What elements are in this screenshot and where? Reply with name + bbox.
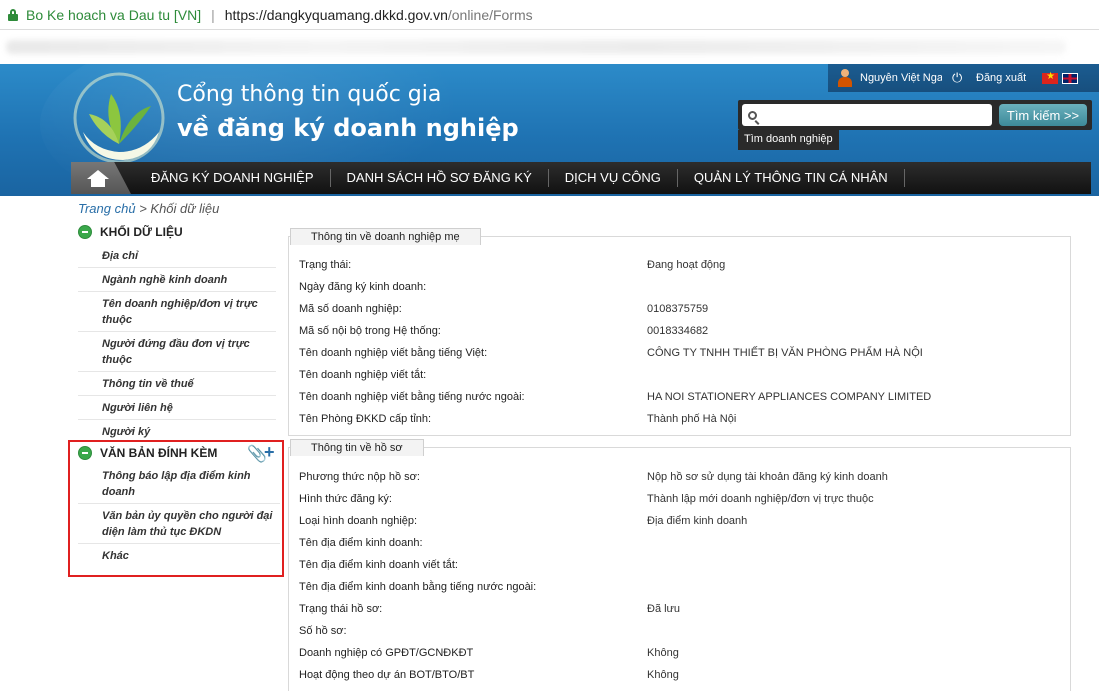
field-value: Đã lưu	[647, 603, 681, 615]
address-bar[interactable]: Bo Ke hoach va Dau tu [VN] | https://dan…	[0, 0, 1099, 30]
nav-public-services[interactable]: DỊCH VỤ CÔNG	[549, 169, 678, 187]
field-label: Loại hình doanh nghiệp:	[299, 515, 418, 527]
site-identity: Bo Ke hoach va Dau tu [VN]	[26, 6, 202, 23]
field-label: Tên địa điểm kinh doanh viết tắt:	[299, 559, 458, 571]
url-path: /online/Forms	[447, 6, 533, 23]
field-label: Tên doanh nghiệp viết bằng tiếng Việt:	[299, 347, 488, 359]
add-attachment-icon[interactable]: +	[264, 442, 275, 463]
search-icon	[748, 111, 757, 120]
lock-icon	[8, 8, 18, 21]
vietnamese-flag-icon[interactable]	[1042, 71, 1059, 84]
data-block-title[interactable]: KHỐI DỮ LIỆU	[78, 225, 183, 239]
search-input[interactable]	[742, 104, 992, 126]
dossier-panel-title: Thông tin về hồ sơ	[290, 439, 424, 456]
sidebar-item-contact[interactable]: Người liên hệ	[78, 396, 276, 420]
data-block-title-text: KHỐI DỮ LIỆU	[100, 225, 183, 239]
redacted-strip	[0, 30, 1099, 64]
user-avatar-icon	[836, 69, 854, 87]
sidebar-item-address[interactable]: Địa chỉ	[78, 244, 276, 268]
field-label: Mã số doanh nghiệp:	[299, 303, 402, 315]
breadcrumb-current: Khối dữ liệu	[150, 201, 220, 216]
breadcrumb: Trang chủ > Khối dữ liệu	[78, 201, 219, 216]
collapse-icon[interactable]	[78, 446, 92, 460]
sidebar-item-business-lines[interactable]: Ngành nghề kinh doanh	[78, 268, 276, 292]
field-value: CÔNG TY TNHH THIẾT BỊ VĂN PHÒNG PHẨM HÀ …	[647, 347, 923, 359]
breadcrumb-separator: >	[135, 201, 151, 216]
field-label: Hình thức đăng ký:	[299, 493, 392, 505]
field-label: Ngày đăng ký kinh doanh:	[299, 281, 427, 293]
paperclip-icon[interactable]: 📎	[247, 444, 267, 463]
field-value: Đang hoạt động	[647, 259, 726, 271]
logout-link[interactable]: Đăng xuất	[976, 72, 1026, 84]
field-value: Không	[647, 669, 679, 681]
field-value: Địa điểm kinh doanh	[647, 515, 748, 527]
field-value: Nộp hồ sơ sử dụng tài khoản đăng ký kinh…	[647, 471, 888, 483]
field-label: Mã số nội bộ trong Hệ thống:	[299, 325, 441, 337]
attachments-title-text: VĂN BẢN ĐÍNH KÈM	[100, 446, 218, 460]
field-label: Tên doanh nghiệp viết tắt:	[299, 369, 427, 381]
field-label: Doanh nghiệp có GPĐT/GCNĐKĐT	[299, 647, 474, 659]
field-value: 0018334682	[647, 325, 709, 337]
attachments-title[interactable]: VĂN BẢN ĐÍNH KÈM	[78, 446, 217, 460]
attachment-item-authorization[interactable]: Văn bản ủy quyền cho người đại diện làm …	[78, 504, 280, 544]
field-label: Tên địa điểm kinh doanh:	[299, 537, 423, 549]
field-label: Phương thức nộp hồ sơ:	[299, 471, 420, 483]
site-header: Cổng thông tin quốc gia về đăng ký doanh…	[0, 64, 1099, 196]
user-name[interactable]: Nguyễn Việt Nga	[860, 72, 942, 84]
field-value: Thành lập mới doanh nghiệp/đơn vị trực t…	[647, 493, 874, 505]
field-label: Tên địa điểm kinh doanh bằng tiếng nước …	[299, 581, 537, 593]
field-value: 0108375759	[647, 303, 709, 315]
address-separator: |	[211, 6, 215, 23]
sidebar-item-unit-name[interactable]: Tên doanh nghiệp/đơn vị trực thuộc	[78, 292, 276, 332]
field-label: Hoạt động theo dự án BOT/BTO/BT	[299, 669, 475, 681]
sidebar-item-tax-info[interactable]: Thông tin về thuế	[78, 372, 276, 396]
home-tab[interactable]	[71, 162, 131, 194]
attachment-item-other[interactable]: Khác	[78, 544, 280, 567]
site-title-line2: về đăng ký doanh nghiệp	[177, 114, 519, 142]
nav-business-registration[interactable]: ĐĂNG KÝ DOANH NGHIỆP	[135, 169, 331, 187]
field-label: Trạng thái:	[299, 259, 352, 271]
english-flag-icon[interactable]	[1062, 72, 1079, 84]
field-value: HA NOI STATIONERY APPLIANCES COMPANY LIM…	[647, 391, 932, 403]
field-label: Tên Phòng ĐKKD cấp tỉnh:	[299, 413, 432, 425]
sidebar-item-unit-head[interactable]: Người đứng đầu đơn vị trực thuộc	[78, 332, 276, 372]
attachments-list: Thông báo lập địa điểm kinh doanh Văn bả…	[78, 464, 280, 567]
portal-logo-icon	[73, 72, 165, 164]
user-bar: Nguyễn Việt Nga ⏻ Đăng xuất	[828, 64, 1099, 92]
find-business-link[interactable]: Tìm doanh nghiệp	[738, 130, 839, 150]
power-icon[interactable]: ⏻	[952, 71, 966, 85]
field-label: Trạng thái hồ sơ:	[299, 603, 383, 615]
home-icon	[87, 170, 109, 188]
collapse-icon[interactable]	[78, 225, 92, 239]
attachment-item-location-notice[interactable]: Thông báo lập địa điểm kinh doanh	[78, 464, 280, 504]
data-block-list: Địa chỉ Ngành nghề kinh doanh Tên doanh …	[78, 244, 276, 443]
nav-personal-info[interactable]: QUẢN LÝ THÔNG TIN CÁ NHÂN	[678, 169, 905, 187]
site-title-line1: Cổng thông tin quốc gia	[177, 82, 442, 107]
search-button[interactable]: Tìm kiếm >>	[999, 104, 1087, 126]
nav-registration-list[interactable]: DANH SÁCH HỒ SƠ ĐĂNG KÝ	[331, 169, 549, 187]
url-host: https://dangkyquamang.dkkd.gov.vn	[224, 6, 448, 23]
field-value: Không	[647, 647, 679, 659]
breadcrumb-home-link[interactable]: Trang chủ	[78, 201, 136, 216]
search-box: Tìm kiếm >>	[738, 100, 1092, 130]
field-label: Tên doanh nghiệp viết bằng tiếng nước ng…	[299, 391, 525, 403]
field-label: Số hồ sơ:	[299, 625, 347, 637]
parent-company-panel-title: Thông tin về doanh nghiệp mẹ	[290, 228, 481, 245]
field-value: Thành phố Hà Nội	[647, 413, 737, 425]
main-nav: ĐĂNG KÝ DOANH NGHIỆP DANH SÁCH HỒ SƠ ĐĂN…	[71, 162, 1091, 194]
